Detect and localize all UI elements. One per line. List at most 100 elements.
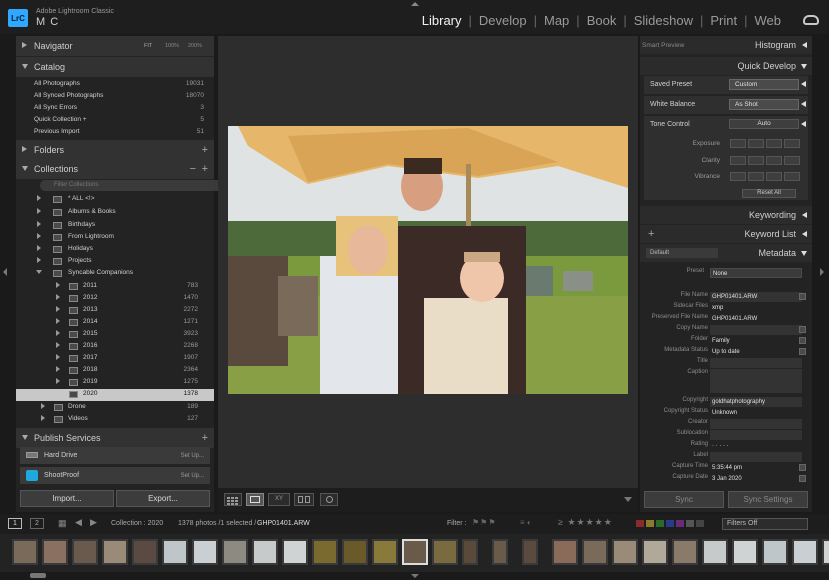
collection-set[interactable]: Syncable Companions [16,268,214,280]
collection-item[interactable]: 2018 2364 [16,365,214,377]
module-slideshow[interactable]: Slideshow [630,13,697,28]
go-to-folder-icon[interactable] [799,337,806,344]
module-map[interactable]: Map [540,13,573,28]
file-name-field[interactable]: GHP01401.ARW [710,292,802,302]
collection-set[interactable]: Albums & Books [16,207,214,219]
collapse-left-panel-icon[interactable] [3,268,7,276]
setup-link[interactable]: Set Up... [181,453,204,459]
collection-item[interactable]: 2019 1275 [16,377,214,389]
collection-set[interactable]: Holidays [16,244,214,256]
collection-set[interactable]: * ALL <!> [16,194,214,206]
collection-item-selected[interactable]: 2020 1378 [16,389,214,401]
filmstrip-thumbnail[interactable] [552,539,578,565]
scroll-thumb[interactable] [30,573,46,578]
filmstrip-thumbnail[interactable] [312,539,338,565]
collection-item[interactable]: 2017 1907 [16,353,214,365]
add-keyword-icon[interactable]: + [648,228,654,240]
collapse-filmstrip-icon[interactable] [411,574,419,578]
module-book[interactable]: Book [583,13,621,28]
keywording-header[interactable]: Keywording [640,206,812,224]
remove-collection-icon[interactable]: − [190,163,196,175]
catalog-item[interactable]: All Photographs 19031 [16,77,214,89]
collection-item[interactable]: 2013 2272 [16,305,214,317]
collapse-right-panel-icon[interactable] [820,268,824,276]
collection-item[interactable]: 2014 1271 [16,317,214,329]
filmstrip-thumbnail[interactable] [372,539,398,565]
filmstrip-thumbnail[interactable] [402,539,428,565]
window-2-button[interactable]: 2 [30,518,44,529]
keyword-list-header[interactable]: + Keyword List [640,225,812,243]
edit-filter-icons[interactable]: ≡ ◐ [520,518,532,527]
filmstrip-thumbnail[interactable] [642,539,668,565]
zoom-200[interactable]: 200% [188,43,202,49]
window-1-button[interactable]: 1 [8,518,22,529]
catalog-header[interactable]: Catalog [16,57,214,77]
filmstrip-thumbnail[interactable] [462,539,478,565]
filmstrip-thumbnail[interactable] [72,539,98,565]
caption-field[interactable] [710,369,802,393]
catalog-item[interactable]: All Synced Photographs 18070 [16,89,214,101]
vibrance-steppers[interactable] [730,172,800,181]
module-print[interactable]: Print [706,13,741,28]
catalog-item[interactable]: Previous Import 51 [16,125,214,137]
creator-field[interactable] [710,419,802,429]
color-label-filter[interactable] [636,520,704,527]
collection-filter-input[interactable]: Filter Collections [40,180,224,191]
forward-arrow-icon[interactable]: ▶ [90,517,97,528]
filmstrip-thumbnail[interactable] [492,539,508,565]
collection-set[interactable]: Projects [16,256,214,268]
export-button[interactable]: Export... [116,490,210,507]
grid-icon[interactable]: ▦ [58,518,67,529]
filmstrip-thumbnail[interactable] [732,539,758,565]
main-photo[interactable] [228,126,628,394]
publish-services-header[interactable]: Publish Services + [16,428,214,448]
collection-item[interactable]: 2011 783 [16,281,214,293]
back-arrow-icon[interactable]: ◀ [75,517,82,528]
filmstrip-thumbnail[interactable] [342,539,368,565]
collection-item[interactable]: 2015 3923 [16,329,214,341]
cloud-sync-icon[interactable] [803,15,819,25]
toolbar-menu-icon[interactable] [624,497,632,502]
collapse-icon[interactable] [801,101,806,107]
sync-button[interactable]: Sync [644,491,724,508]
filmstrip-thumbnail[interactable] [672,539,698,565]
collection-item[interactable]: 2016 2268 [16,341,214,353]
exposure-steppers[interactable] [730,139,800,148]
catalog-item[interactable]: Quick Collection +5 [16,113,214,125]
filmstrip-thumbnail[interactable] [162,539,188,565]
white-balance-select[interactable]: As Shot [729,99,799,110]
saved-preset-select[interactable]: Custom [729,79,799,90]
navigator-header[interactable]: Navigator FIT 100% 200% [16,36,214,56]
identity-plate[interactable]: M C [36,16,59,28]
filmstrip-thumbnail[interactable] [582,539,608,565]
filmstrip-thumbnail[interactable] [822,539,829,565]
source-indicator[interactable]: Collection : 2020 [111,520,163,527]
filmstrip-thumbnail[interactable] [132,539,158,565]
grid-view-button[interactable] [224,493,242,506]
filmstrip-thumbnail[interactable] [612,539,638,565]
collapse-icon[interactable] [801,81,806,87]
catalog-item[interactable]: All Sync Errors 3 [16,101,214,113]
rating-stars[interactable]: · · · · · [710,441,802,451]
title-field[interactable] [710,358,802,368]
quick-develop-header[interactable]: Quick Develop [640,57,812,75]
metadata-preset-select[interactable]: None [710,268,802,278]
selected-filename[interactable]: GHP01401.ARW [257,520,310,527]
filmstrip-thumbnail[interactable] [432,539,458,565]
import-button[interactable]: Import... [20,490,114,507]
filters-select[interactable]: Filters Off [722,518,808,530]
zoom-fit[interactable]: FIT [144,43,152,49]
collection-set[interactable]: From Lightroom [16,232,214,244]
collapse-icon[interactable] [801,121,806,127]
collapse-top-panel-icon[interactable] [411,2,419,6]
loupe-view-button[interactable] [246,493,264,506]
filmstrip-thumbnail[interactable] [102,539,128,565]
folders-header[interactable]: Folders + [16,140,214,160]
metadata-view-select[interactable]: Default [646,248,718,258]
copyright-status-select[interactable]: Unknown [710,408,802,418]
compare-view-button[interactable]: XY [268,493,290,506]
publish-hard-drive[interactable]: Hard Drive Set Up... [20,447,210,464]
collection-item[interactable]: Videos 127 [16,414,214,426]
setup-link[interactable]: Set Up... [181,473,204,479]
add-folder-icon[interactable]: + [202,144,208,156]
